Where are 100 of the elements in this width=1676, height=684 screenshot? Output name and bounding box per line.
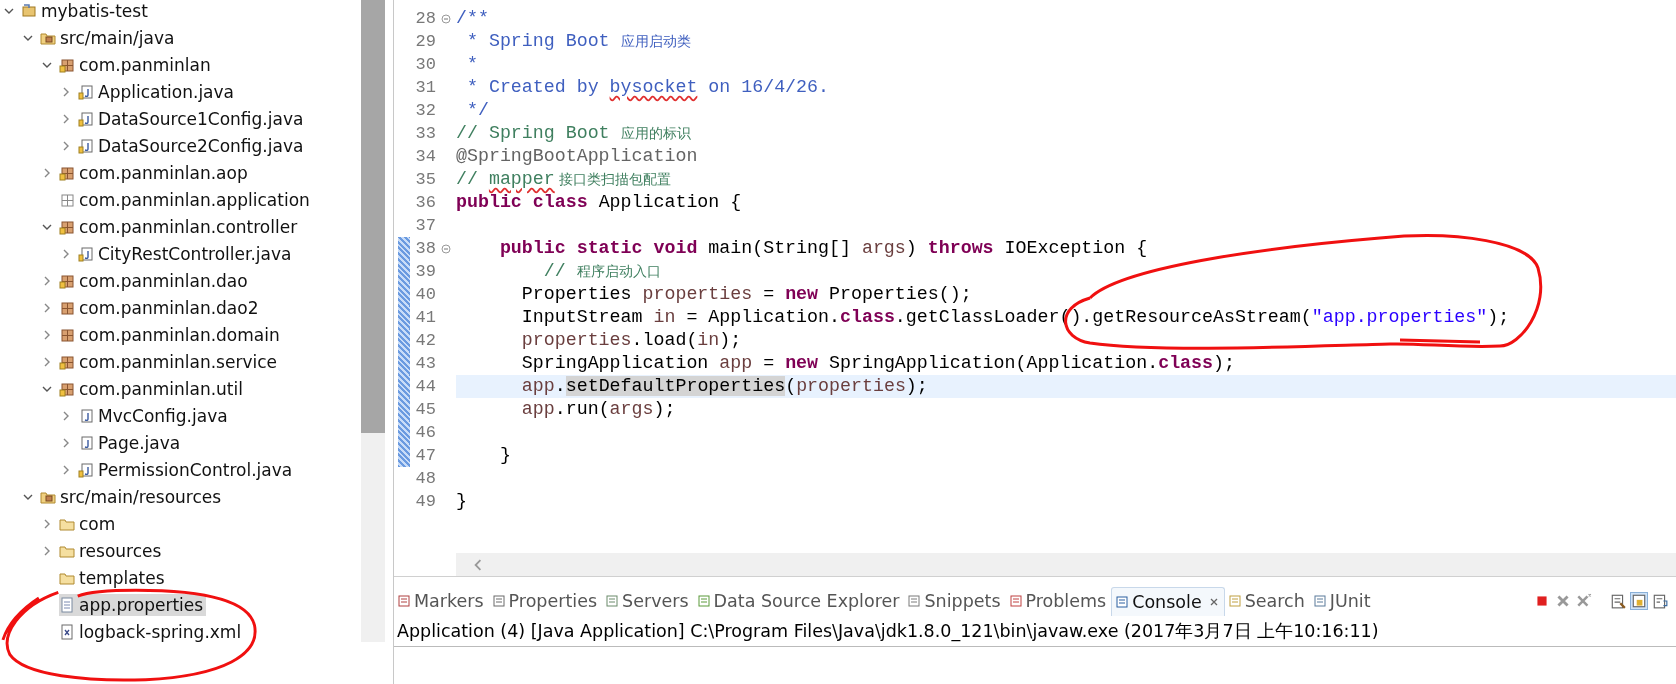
view-icon — [1227, 594, 1242, 608]
line-number: 35 — [414, 170, 436, 189]
tree-item[interactable]: com.panminlan.dao — [59, 269, 251, 292]
code-line: @SpringBootApplication — [456, 146, 698, 166]
tree-item[interactable]: Application.java — [78, 80, 237, 103]
word-wrap-icon[interactable] — [1652, 593, 1668, 609]
code-line: properties.load(in); — [520, 330, 742, 350]
line-number: 33 — [414, 124, 436, 143]
view-icon — [1115, 594, 1130, 609]
line-number: 34 — [414, 147, 436, 166]
panel-tab[interactable]: Search — [1224, 587, 1310, 615]
package-icon — [59, 272, 75, 289]
project-icon — [21, 2, 37, 19]
collapse-icon[interactable] — [441, 243, 451, 254]
code-line: // Spring Boot 应用的标识 — [456, 123, 691, 143]
line-number: 31 — [414, 78, 436, 97]
code-line: */ — [465, 100, 489, 120]
panel-tab[interactable]: Snippets — [904, 587, 1006, 615]
java-file-icon — [78, 461, 94, 478]
text-file-icon — [59, 596, 75, 613]
tree-item[interactable]: logback-spring.xml — [59, 620, 245, 643]
package-icon — [59, 218, 75, 235]
panel-tab[interactable]: Data Source Explorer — [693, 587, 905, 615]
stop-icon[interactable] — [1534, 593, 1550, 609]
tree-item[interactable]: src/main/java — [40, 26, 178, 49]
panel-tab[interactable]: Markers — [394, 587, 489, 615]
java-file-icon — [78, 137, 94, 154]
scrollbar[interactable] — [456, 553, 1676, 576]
tree-item[interactable]: templates — [59, 566, 168, 589]
line-number: 40 — [414, 285, 436, 304]
line-number: 29 — [414, 32, 436, 51]
tree-item[interactable]: com.panminlan.application — [59, 188, 313, 211]
code-line: Properties properties = new Properties(); — [520, 284, 972, 304]
line-number: 48 — [414, 469, 436, 488]
tree-item[interactable]: com.panminlan.controller — [59, 215, 301, 238]
code-line: } — [498, 445, 511, 465]
line-number: 45 — [414, 400, 436, 419]
panel-tab[interactable]: JUnit — [1309, 587, 1376, 615]
console-title: Application (4) [Java Application] C:\Program Files\Java\jdk1.8.0_121\bin\javaw.exe (2017年3月7日 上午10:16:11) — [394, 616, 1676, 647]
tree-item[interactable]: com.panminlan.aop — [59, 161, 251, 184]
java-file-icon — [78, 245, 94, 262]
code-line: public class Application { — [456, 192, 742, 212]
code-line: // mapper 接口类扫描包配置 — [456, 169, 672, 189]
panel-tab[interactable]: Properties — [488, 587, 603, 615]
line-number: 44 — [414, 377, 436, 396]
code-line: SpringApplication app = new SpringApplication(Application.class); — [520, 353, 1235, 373]
tree-item[interactable]: DataSource2Config.java — [78, 134, 307, 157]
code-line: // 程序启动入口 — [542, 261, 661, 281]
code-line: /** — [456, 8, 489, 28]
view-icon — [1008, 594, 1023, 608]
tree-item[interactable]: DataSource1Config.java — [78, 107, 307, 130]
code-line: public static void main(String[] args) throws IOException { — [498, 238, 1148, 258]
scrollbar[interactable] — [361, 0, 385, 642]
code-line: * Spring Boot 应用启动类 — [465, 31, 691, 51]
tree-item[interactable]: src/main/resources — [40, 485, 225, 508]
clear-console-icon[interactable] — [1610, 593, 1626, 609]
tree-item[interactable]: Page.java — [78, 431, 184, 454]
tree-item[interactable]: com.panminlan.domain — [59, 323, 283, 346]
tree-item[interactable]: PermissionControl.java — [78, 458, 296, 481]
package-icon — [59, 56, 75, 73]
line-number: 46 — [414, 423, 436, 442]
view-icon — [907, 594, 922, 608]
close-icon[interactable] — [1208, 596, 1219, 607]
tree-item[interactable]: com — [59, 512, 119, 535]
panel-tab[interactable]: Servers — [602, 587, 694, 615]
lock-icon[interactable] — [1631, 593, 1647, 609]
line-number: 49 — [414, 492, 436, 511]
tree-item[interactable]: app.properties — [59, 593, 207, 616]
code-line: } — [456, 491, 467, 511]
remove-icon[interactable] — [1555, 593, 1571, 609]
panel-tab[interactable]: Problems — [1005, 587, 1112, 615]
tree-item[interactable]: com.panminlan — [59, 53, 214, 76]
tree-item[interactable]: com.panminlan.util — [59, 377, 246, 400]
scroll-left-icon[interactable] — [472, 558, 484, 571]
line-number: 30 — [414, 55, 436, 74]
line-number: 32 — [414, 101, 436, 120]
line-number: 43 — [414, 354, 436, 373]
java-file-icon — [78, 83, 94, 100]
tree-item[interactable]: resources — [59, 539, 165, 562]
remove-all-icon[interactable] — [1576, 593, 1592, 609]
line-number: 28 — [414, 9, 436, 28]
tree-item[interactable]: com.panminlan.service — [59, 350, 280, 373]
tree-item[interactable]: MvcConfig.java — [78, 404, 231, 427]
view-icon — [605, 594, 620, 608]
tree-item[interactable]: CityRestController.java — [78, 242, 295, 265]
line-number: 42 — [414, 331, 436, 350]
code-line: * — [465, 54, 478, 74]
tree-item[interactable]: mybatis-test — [21, 0, 151, 22]
scrollbar-thumb[interactable] — [361, 0, 385, 433]
package-icon — [59, 326, 75, 343]
line-number: 47 — [414, 446, 436, 465]
line-number: 38 — [414, 239, 436, 258]
panel-tab[interactable]: Console — [1111, 586, 1225, 616]
java-file-icon — [78, 434, 94, 451]
collapse-icon[interactable] — [441, 13, 451, 24]
view-icon — [491, 594, 506, 608]
line-number: 36 — [414, 193, 436, 212]
tree-item[interactable]: com.panminlan.dao2 — [59, 296, 262, 319]
view-icon — [1312, 594, 1327, 608]
code-line: * Created by bysocket on 16/4/26. — [465, 77, 829, 97]
